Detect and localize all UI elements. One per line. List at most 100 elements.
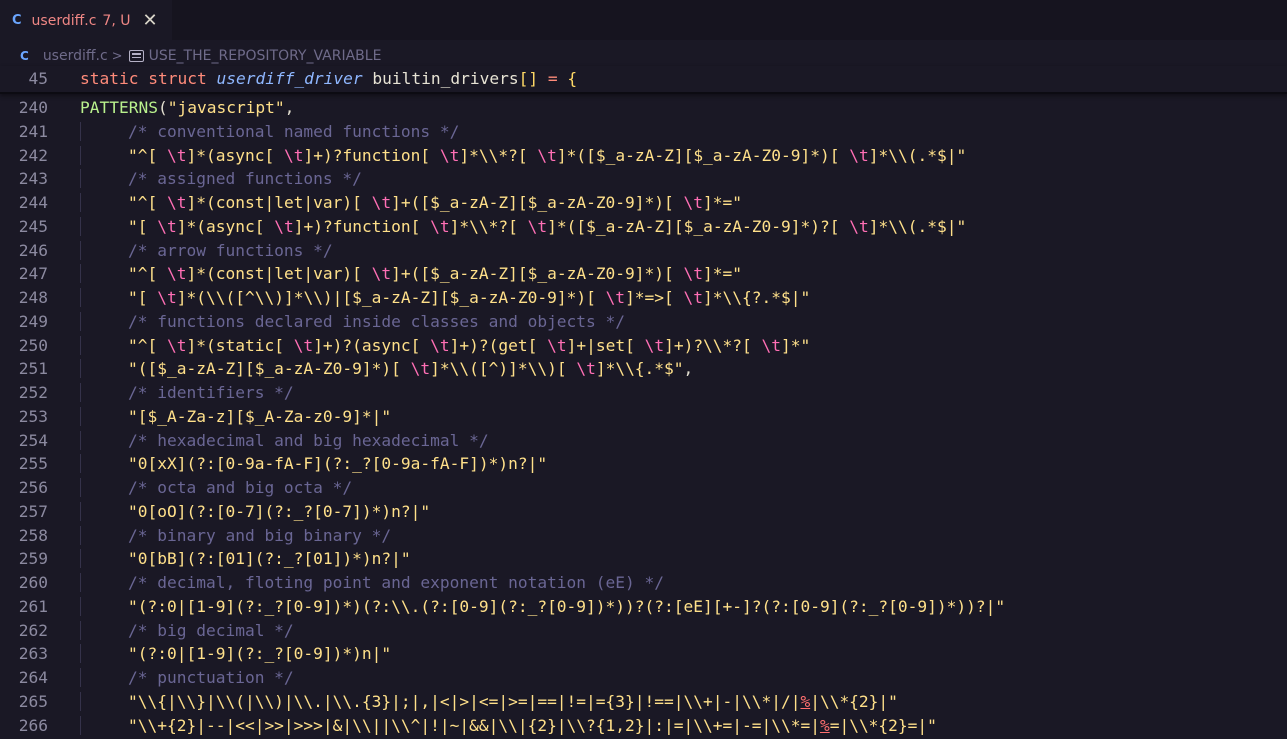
type-name: userdiff_driver — [216, 69, 363, 88]
line-number: 266 — [18, 715, 48, 735]
punctuation: , — [683, 359, 694, 379]
comment: /* arrow functions */ — [128, 240, 333, 260]
string-literal: "([$_a-zA-Z][$_a-zA-Z0-9]*)[ \t]*\\([^)]… — [128, 359, 684, 379]
code-line[interactable]: 241 /* conventional named functions */ — [0, 120, 1287, 144]
code-text: "^[ \t]*(const|let|var)[ \t]+([$_a-zA-Z]… — [48, 191, 742, 215]
code-line[interactable]: 250 "^[ \t]*(static[ \t]+)?(async[ \t]+)?… — [0, 334, 1287, 358]
code-line[interactable]: 259 "0[bB](?:[01](?:_?[01])*)n?|" — [0, 547, 1287, 571]
code-line[interactable]: 245 "[ \t]*(async[ \t]+)?function[ \t]*\\… — [0, 215, 1287, 239]
code-text: /* arrow functions */ — [48, 239, 333, 263]
code-text: "^[ \t]*(static[ \t]+)?(async[ \t]+)?(ge… — [48, 334, 810, 358]
code-line[interactable]: 247 "^[ \t]*(const|let|var)[ \t]+([$_a-zA… — [0, 262, 1287, 286]
comment: /* conventional named functions */ — [128, 121, 460, 141]
code-line[interactable]: 243 /* assigned functions */ — [0, 167, 1287, 191]
code-line[interactable]: 266 "\\+{2}|--|<<|>>|>>>|&|\\||\\^|!|~|&&… — [0, 714, 1287, 738]
escape-sequence: \t — [683, 288, 704, 307]
line-number: 254 — [18, 430, 48, 450]
code-text: /* decimal, floting point and exponent n… — [48, 571, 664, 595]
escape-sequence: \t — [293, 335, 314, 355]
escape-sequence: \t — [157, 288, 177, 307]
comment: /* assigned functions */ — [128, 169, 362, 189]
line-number: 263 — [18, 644, 48, 664]
escape-sequence: \t — [166, 264, 187, 284]
string-literal: "0[oO](?:[0-7](?:_?[0-7])*)n?|" — [128, 501, 431, 521]
code-line[interactable]: 253 "[$_A-Za-z][$_A-Za-z0-9]*|" — [0, 405, 1287, 429]
escape-sequence: \t — [761, 335, 782, 355]
line-number: 246 — [18, 240, 48, 260]
escape-sequence: \t — [537, 145, 557, 165]
code-line[interactable]: 261 "(?:0|[1-9](?:_?[0-9])*)(?:\\.(?:[0-9… — [0, 595, 1287, 619]
code-text: "(?:0|[1-9](?:_?[0-9])*)(?:\\.(?:[0-9](?… — [48, 595, 1005, 619]
string-literal: "^[ \t]*(const|let|var)[ \t]+([$_a-zA-Z]… — [128, 264, 743, 284]
tab-problem-status: 7, U — [102, 12, 131, 29]
escape-sequence: \t — [683, 264, 704, 284]
escape-sequence: \t — [547, 335, 567, 355]
code-line[interactable]: 248 "[ \t]*(\\([^\\)]*\\)|[$_a-zA-Z][$_a-… — [0, 286, 1287, 310]
code-line[interactable]: 244 "^[ \t]*(const|let|var)[ \t]+([$_a-zA… — [0, 191, 1287, 215]
code-line[interactable]: 263 "(?:0|[1-9](?:_?[0-9])*)n|" — [0, 642, 1287, 666]
code-text: /* conventional named functions */ — [48, 120, 459, 144]
line-number: 245 — [18, 216, 48, 236]
code-text: /* big decimal */ — [48, 619, 294, 643]
breadcrumb-symbol[interactable]: USE_THE_REPOSITORY_VARIABLE — [149, 48, 382, 64]
line-number: 260 — [18, 573, 48, 592]
escape-sequence: \t — [849, 216, 869, 236]
escape-sequence: \t — [849, 145, 869, 165]
code-line[interactable]: 252 /* identifiers */ — [0, 381, 1287, 405]
code-line[interactable]: 255 "0[xX](?:[0-9a-fA-F](?:_?[0-9a-fA-F])… — [0, 452, 1287, 476]
escape-sequence: \t — [371, 264, 392, 284]
code-line[interactable]: 262 /* big decimal */ — [0, 619, 1287, 643]
code-line[interactable]: 249 /* functions declared inside classes … — [0, 310, 1287, 334]
escape-sequence: \t — [644, 335, 665, 355]
line-number: 249 — [18, 311, 48, 331]
code-text: "^[ \t]*(const|let|var)[ \t]+([$_a-zA-Z]… — [48, 262, 742, 286]
string-literal: "^[ \t]*(static[ \t]+)?(async[ \t]+)?(ge… — [128, 335, 811, 355]
percent-char: % — [800, 691, 811, 711]
code-line[interactable]: 254 /* hexadecimal and big hexadecimal */ — [0, 429, 1287, 453]
code-editor[interactable]: 45 static struct userdiff_driver builtin… — [0, 66, 1287, 737]
code-text: "\\+{2}|--|<<|>>|>>>|&|\\||\\^|!|~|&&|\\… — [48, 714, 937, 738]
comment: /* punctuation */ — [128, 668, 294, 687]
code-line[interactable]: 265 "\\{|\\}|\\(|\\)|\\.|\\.{3}|;|,|<|>|<… — [0, 690, 1287, 714]
code-line[interactable]: 240 PATTERNS("javascript", — [0, 96, 1287, 120]
line-number: 247 — [18, 264, 48, 284]
comment: /* decimal, floting point and exponent n… — [128, 573, 665, 592]
escape-sequence: \t — [157, 216, 177, 236]
line-number: 253 — [18, 406, 48, 426]
code-text: "[ \t]*(async[ \t]+)?function[ \t]*\\*?[… — [48, 215, 966, 239]
sticky-scroll-line[interactable]: 45 static struct userdiff_driver builtin… — [0, 66, 1287, 94]
keyword: struct — [148, 69, 207, 88]
code-text: /* binary and big binary */ — [48, 524, 391, 548]
code-line[interactable]: 258 /* binary and big binary */ — [0, 524, 1287, 548]
code-line[interactable]: 264 /* punctuation */ — [0, 666, 1287, 690]
code-line[interactable]: 242 "^[ \t]*(async[ \t]+)?function[ \t]*\… — [0, 144, 1287, 168]
escape-sequence: \t — [439, 145, 460, 165]
line-number: 258 — [18, 525, 48, 545]
line-number: 241 — [18, 121, 48, 141]
code-line[interactable]: 251 "([$_a-zA-Z][$_a-zA-Z0-9]*)[ \t]*\\([… — [0, 357, 1287, 381]
code-line[interactable]: 256 /* octa and big octa */ — [0, 476, 1287, 500]
line-number: 264 — [18, 668, 48, 687]
comment: /* binary and big binary */ — [128, 525, 392, 545]
code-text: /* identifiers */ — [48, 381, 294, 405]
breadcrumb-file[interactable]: userdiff.c — [43, 48, 108, 64]
escape-sequence: \t — [166, 193, 187, 212]
string-literal: "^[ \t]*(async[ \t]+)?function[ \t]*\\*?… — [128, 145, 967, 165]
code-line[interactable]: 246 /* arrow functions */ — [0, 239, 1287, 263]
editor-tab-bar: C userdiff.c 7, U ✕ — [0, 0, 1287, 40]
code-line[interactable]: 257 "0[oO](?:[0-7](?:_?[0-7])*)n?|" — [0, 500, 1287, 524]
comment: /* big decimal */ — [128, 620, 294, 640]
close-icon[interactable]: ✕ — [142, 11, 157, 30]
editor-tab-userdiff[interactable]: C userdiff.c 7, U ✕ — [0, 0, 172, 40]
escape-sequence: \t — [166, 145, 187, 165]
percent-char: % — [819, 715, 830, 735]
escape-sequence: \t — [274, 216, 294, 236]
code-line[interactable]: 260 /* decimal, floting point and exponen… — [0, 571, 1287, 595]
line-number: 262 — [18, 620, 48, 640]
string-literal: "[ \t]*(async[ \t]+)?function[ \t]*\\*?[… — [128, 216, 967, 236]
c-file-icon: C — [12, 13, 22, 28]
line-number: 248 — [18, 288, 48, 307]
escape-sequence: \t — [576, 359, 596, 379]
operator: = — [547, 69, 558, 88]
brace: { — [567, 69, 578, 88]
